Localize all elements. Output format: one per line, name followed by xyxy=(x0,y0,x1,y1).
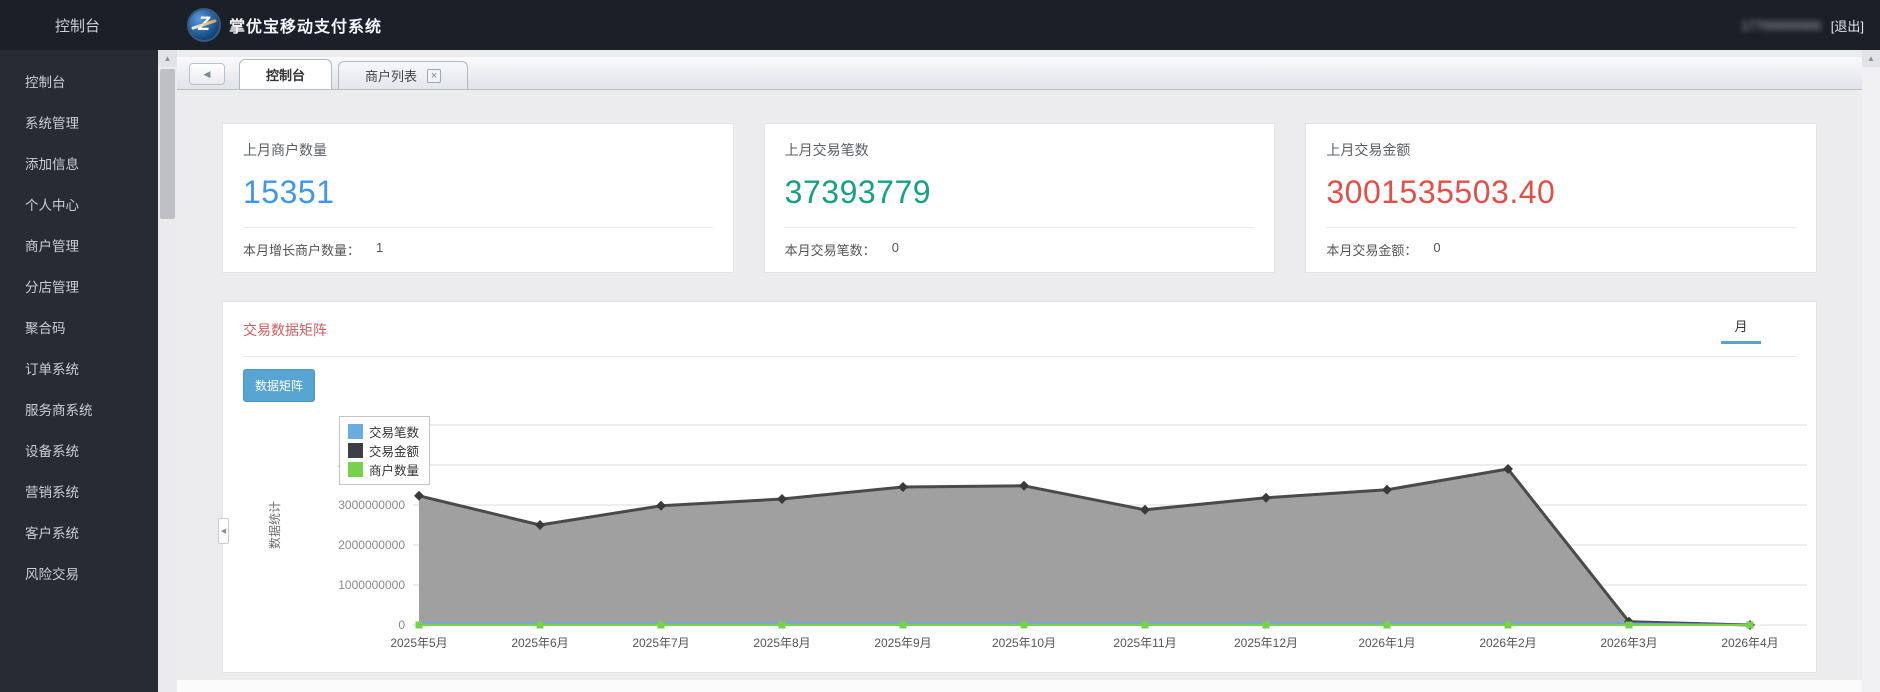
svg-text:2025年7月: 2025年7月 xyxy=(632,636,689,650)
svg-text:0: 0 xyxy=(398,618,405,632)
scroll-up-icon[interactable]: ▲ xyxy=(158,50,177,67)
svg-text:2025年9月: 2025年9月 xyxy=(874,636,931,650)
sidebar-item-2[interactable]: 添加信息 xyxy=(0,144,158,185)
svg-text:2025年8月: 2025年8月 xyxy=(753,636,810,650)
sidebar-item-8[interactable]: 服务商系统 xyxy=(0,390,158,431)
tab-bar: ◀ 控制台 商户列表 × xyxy=(177,57,1862,90)
card-footer-label: 本月交易笔数： xyxy=(785,240,876,259)
card-value: 37393779 xyxy=(785,174,1255,211)
legend-swatch-icon xyxy=(348,443,363,458)
svg-text:2026年2月: 2026年2月 xyxy=(1479,636,1536,650)
legend-label: 商户数量 xyxy=(369,460,419,479)
transactions-chart: 5000000000400000000030000000002000000000… xyxy=(243,410,1796,667)
logo-letter: Z xyxy=(198,14,210,36)
tab-scroll-left-button[interactable]: ◀ xyxy=(189,63,225,85)
sidebar-item-11[interactable]: 客户系统 xyxy=(0,513,158,554)
svg-text:2000000000: 2000000000 xyxy=(338,538,405,552)
svg-text:2025年10月: 2025年10月 xyxy=(992,636,1056,650)
card-title: 上月商户数量 xyxy=(243,140,713,160)
sidebar-item-0[interactable]: 控制台 xyxy=(0,62,158,103)
legend-label: 交易笔数 xyxy=(369,422,419,441)
svg-text:2026年1月: 2026年1月 xyxy=(1358,636,1415,650)
card-value: 3001535503.40 xyxy=(1326,174,1796,211)
chart-panel: 交易数据矩阵 月 数据矩阵 50000000004000000000300000… xyxy=(222,301,1817,673)
bottom-strip xyxy=(177,680,1862,692)
tab-merchant-list[interactable]: 商户列表 × xyxy=(338,61,468,89)
svg-text:1000000000: 1000000000 xyxy=(338,578,405,592)
card-title: 上月交易金额 xyxy=(1326,140,1796,160)
sidebar-item-7[interactable]: 订单系统 xyxy=(0,349,158,390)
card-transaction-count: 上月交易笔数 37393779 本月交易笔数： 0 xyxy=(764,123,1276,273)
legend-swatch-icon xyxy=(348,462,363,477)
scroll-up-icon[interactable]: ▲ xyxy=(1862,50,1880,67)
legend-swatch-icon xyxy=(348,424,363,439)
svg-text:2025年6月: 2025年6月 xyxy=(511,636,568,650)
card-merchant-count: 上月商户数量 15351 本月增长商户数量： 1 xyxy=(222,123,734,273)
content-left-scrollbar[interactable]: ▲ xyxy=(158,50,177,692)
sidebar-menu: 控制台系统管理添加信息个人中心商户管理分店管理聚合码订单系统服务商系统设备系统营… xyxy=(0,50,158,692)
username-masked: 17700000000 xyxy=(1741,18,1821,33)
brand: Z 掌优宝移动支付系统 xyxy=(187,8,382,42)
legend-item[interactable]: 商户数量 xyxy=(348,460,419,479)
tab-label: 商户列表 xyxy=(365,66,417,85)
period-tab-month[interactable]: 月 xyxy=(1721,316,1761,344)
svg-text:2026年3月: 2026年3月 xyxy=(1600,636,1657,650)
tab-close-icon[interactable]: × xyxy=(427,69,441,83)
card-transaction-amount: 上月交易金额 3001535503.40 本月交易金额： 0 xyxy=(1305,123,1817,273)
sidebar-item-1[interactable]: 系统管理 xyxy=(0,103,158,144)
chart-legend: 交易笔数交易金额商户数量 xyxy=(339,416,430,485)
logout-link[interactable]: [退出] xyxy=(1831,16,1864,35)
card-value: 15351 xyxy=(243,174,713,211)
header-console-label[interactable]: 控制台 xyxy=(55,15,175,36)
svg-text:2025年12月: 2025年12月 xyxy=(1234,636,1298,650)
stat-cards-row: 上月商户数量 15351 本月增长商户数量： 1 上月交易笔数 37393779… xyxy=(222,123,1817,273)
sidebar-item-10[interactable]: 营销系统 xyxy=(0,472,158,513)
header-user-area: 17700000000 [退出] xyxy=(1741,0,1864,50)
svg-text:2025年11月: 2025年11月 xyxy=(1113,636,1176,650)
tab-console[interactable]: 控制台 xyxy=(239,59,332,89)
svg-text:2025年5月: 2025年5月 xyxy=(390,636,447,650)
card-footer-value: 1 xyxy=(376,240,383,259)
svg-text:3000000000: 3000000000 xyxy=(338,498,405,512)
sidebar-item-6[interactable]: 聚合码 xyxy=(0,308,158,349)
sidebar-item-5[interactable]: 分店管理 xyxy=(0,267,158,308)
card-title: 上月交易笔数 xyxy=(785,140,1255,160)
chart-panel-title: 交易数据矩阵 xyxy=(243,320,327,340)
legend-item[interactable]: 交易金额 xyxy=(348,441,419,460)
sidebar-item-4[interactable]: 商户管理 xyxy=(0,226,158,267)
sidebar-item-12[interactable]: 风险交易 xyxy=(0,554,158,595)
card-footer-value: 0 xyxy=(892,240,899,259)
data-matrix-button[interactable]: 数据矩阵 xyxy=(243,369,315,402)
svg-text:数据统计: 数据统计 xyxy=(267,501,282,549)
tab-label: 控制台 xyxy=(266,65,305,84)
scrollbar-thumb[interactable] xyxy=(160,69,175,219)
legend-label: 交易金额 xyxy=(369,441,419,460)
app-logo-icon: Z xyxy=(187,8,221,42)
app-window: 控制台 Z 掌优宝移动支付系统 17700000000 [退出] 控制台系统管理… xyxy=(0,0,1880,692)
sidebar-item-3[interactable]: 个人中心 xyxy=(0,185,158,226)
top-header: 控制台 Z 掌优宝移动支付系统 17700000000 [退出] xyxy=(0,0,1880,50)
svg-text:2026年4月: 2026年4月 xyxy=(1721,636,1778,650)
card-footer-value: 0 xyxy=(1433,240,1440,259)
main-content: ◀ 控制台 商户列表 × 上月商户数量 15351 本月增长商户数量： xyxy=(177,50,1862,692)
page-right-scrollbar[interactable]: ▲ xyxy=(1862,50,1880,692)
sidebar-item-9[interactable]: 设备系统 xyxy=(0,431,158,472)
panel-collapse-handle[interactable]: ◀ xyxy=(218,518,229,544)
app-title: 掌优宝移动支付系统 xyxy=(229,13,382,37)
card-footer-label: 本月交易金额： xyxy=(1326,240,1417,259)
legend-item[interactable]: 交易笔数 xyxy=(348,422,419,441)
card-footer-label: 本月增长商户数量： xyxy=(243,240,360,259)
